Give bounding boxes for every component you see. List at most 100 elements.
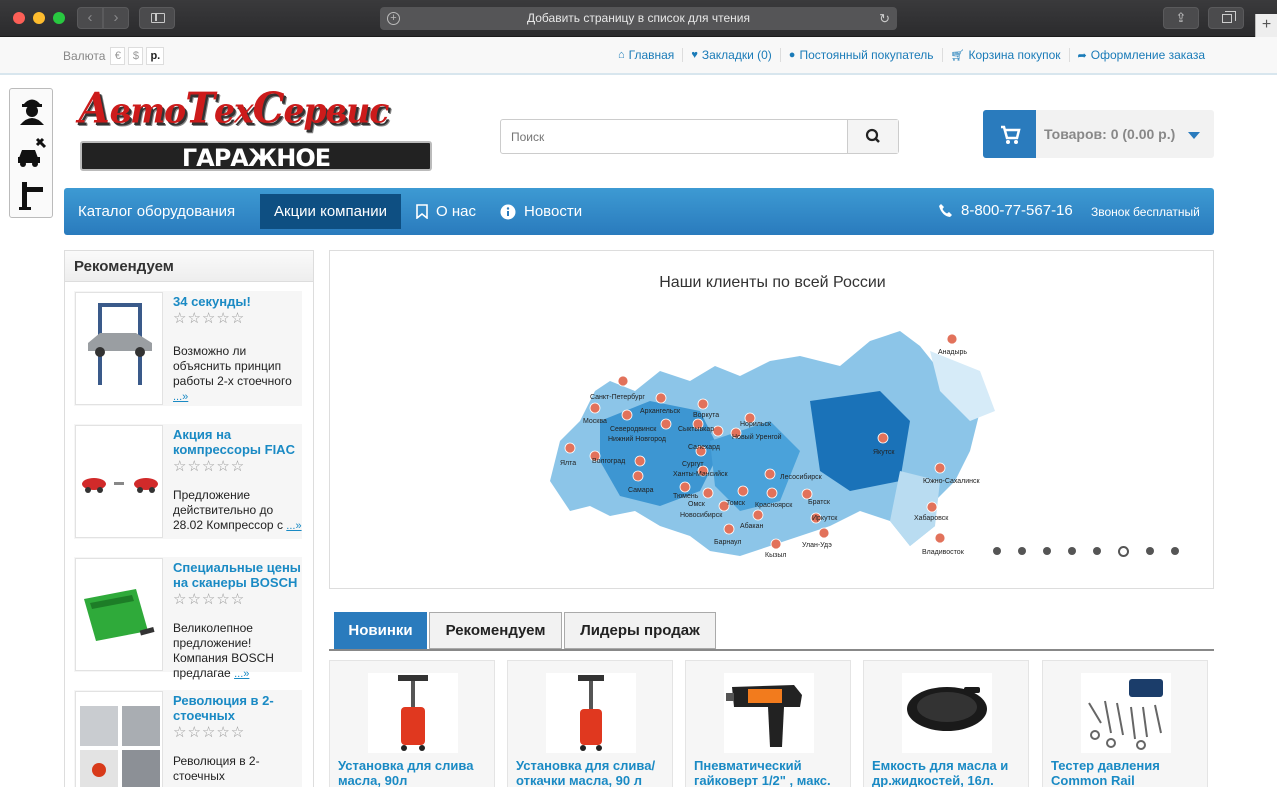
tab-recommended[interactable]: Рекомендуем (429, 612, 562, 649)
product-card[interactable]: Емкость для масла и др.жидкостей, 16л. (863, 660, 1029, 787)
city-label: Братск (808, 499, 831, 506)
phone-icon (939, 204, 952, 217)
product-name[interactable]: Пневматический гайковерт 1/2" , макс. (694, 758, 849, 787)
currency-ruble-button[interactable]: р. (146, 47, 165, 65)
nav-news[interactable]: Новости (486, 194, 596, 229)
list-item[interactable]: Специальные цены на сканеры BOSCH ☆☆☆☆☆ … (74, 557, 303, 680)
recommended-title: Рекомендуем (65, 251, 313, 282)
cart-button[interactable] (983, 110, 1036, 158)
scanner-image (84, 589, 155, 641)
article-desc: Возможно ли объяснить принцип работы 2-х… (173, 344, 303, 405)
read-more-link[interactable]: ...» (173, 391, 188, 403)
currency-label: Валюта (63, 49, 106, 63)
car-lift-icon[interactable] (17, 179, 47, 211)
address-bar-text: Добавить страницу в список для чтения (526, 11, 750, 25)
product-image[interactable] (1081, 673, 1171, 753)
minimize-window-button[interactable] (33, 12, 45, 24)
tab-bestsellers[interactable]: Лидеры продаж (564, 612, 716, 649)
product-image[interactable] (902, 673, 992, 753)
account-link[interactable]: ● Постоянный покупатель (779, 48, 942, 62)
product-name[interactable]: Емкость для масла и др.жидкостей, 16л. (872, 758, 1027, 787)
slide-dot[interactable] (1093, 547, 1101, 555)
product-name[interactable]: Тестер давления Common Rail (1051, 758, 1206, 787)
slider-pagination (993, 546, 1179, 557)
cart-icon: 🛒︎ (950, 49, 965, 62)
nav-promotions[interactable]: Акции компании (260, 194, 401, 229)
nav-catalog[interactable]: Каталог оборудования (64, 194, 249, 229)
reload-icon[interactable]: ↻ (879, 7, 890, 30)
new-tab-button[interactable]: + (1255, 14, 1277, 37)
tab-new[interactable]: Новинки (334, 612, 427, 649)
search-box (500, 119, 899, 154)
article-thumbnail[interactable] (75, 292, 163, 405)
city-label: Новый Уренгой (732, 433, 782, 441)
article-title[interactable]: Акция на компрессоры FIAC (173, 427, 303, 457)
product-image[interactable] (368, 673, 458, 753)
city-label: Волгоград (592, 458, 625, 465)
tab-overview-button[interactable] (1208, 7, 1244, 29)
slide-dot[interactable] (1146, 547, 1154, 555)
add-reading-list-icon[interactable]: + (387, 12, 400, 25)
checkout-link[interactable]: ➦ Оформление заказа (1068, 48, 1213, 62)
currency-dollar-button[interactable]: $ (128, 47, 144, 65)
product-card[interactable]: Пневматический гайковерт 1/2" , макс. (685, 660, 851, 787)
close-window-button[interactable] (13, 12, 25, 24)
browser-toolbar: ‹ › + Добавить страницу в список для чте… (0, 0, 1277, 37)
back-button[interactable]: ‹ (77, 7, 103, 29)
mechanic-icon[interactable] (17, 93, 47, 125)
slide-dot[interactable] (1043, 547, 1051, 555)
product-image[interactable] (724, 673, 814, 753)
list-item[interactable]: 34 секунды! ☆☆☆☆☆ Возможно ли объяснить … (74, 291, 302, 406)
site-logo[interactable]: АвтоТехСервис ГАРАЖНОЕ ОБОРУДОВАНИЕ (78, 84, 438, 202)
nav-promotions-label: Акции компании (274, 203, 387, 220)
list-item[interactable]: Акция на компрессоры FIAC ☆☆☆☆☆ Предложе… (74, 424, 302, 539)
search-button[interactable] (847, 120, 898, 153)
rating-stars: ☆☆☆☆☆ (173, 310, 246, 327)
article-desc-text: Возможно ли объяснить принцип работы 2-х… (173, 344, 292, 388)
cart-dropdown[interactable]: Товаров: 0 (0.00 р.) (983, 110, 1214, 158)
city-label: Москва (583, 418, 607, 425)
product-card[interactable]: Тестер давления Common Rail (1042, 660, 1208, 787)
address-bar[interactable]: + Добавить страницу в список для чтения … (380, 7, 897, 30)
read-more-link[interactable]: ...» (234, 668, 249, 680)
sidebar-toggle-button[interactable] (139, 7, 175, 29)
product-name[interactable]: Установка для слива масла, 90л (338, 758, 493, 787)
article-title[interactable]: 34 секунды! (173, 294, 303, 309)
home-link[interactable]: ⌂ Главная (610, 48, 682, 62)
slide-dot[interactable] (993, 547, 1001, 555)
cart-link[interactable]: 🛒︎ Корзина покупок (941, 48, 1069, 62)
slide-dot[interactable] (1171, 547, 1179, 555)
slide-dot-active[interactable] (1118, 546, 1129, 557)
city-label: Кызыл (765, 552, 786, 559)
share-button[interactable]: ⇪ (1163, 7, 1199, 29)
slide-dot[interactable] (1018, 547, 1026, 555)
article-title[interactable]: Революция в 2-стоечных (173, 693, 303, 723)
wishlist-link-label: Закладки (0) (701, 48, 772, 62)
city-label: Новосибирск (680, 511, 723, 519)
article-desc-text: Великолепное предложение! Компания BOSCH… (173, 621, 274, 680)
product-tabs: Новинки Рекомендуем Лидеры продаж (329, 612, 1214, 651)
article-title[interactable]: Специальные цены на сканеры BOSCH (173, 560, 303, 590)
product-name[interactable]: Установка для слива/откачки масла, 90 л (516, 758, 671, 787)
search-input[interactable] (501, 120, 848, 153)
forward-button[interactable]: › (103, 7, 129, 29)
article-thumbnail[interactable] (75, 425, 163, 538)
product-card[interactable]: Установка для слива/откачки масла, 90 л (507, 660, 673, 787)
currency-euro-button[interactable]: € (110, 47, 126, 65)
home-link-label: Главная (628, 48, 675, 62)
read-more-link[interactable]: ...» (286, 520, 301, 532)
wishlist-link[interactable]: ♥ Закладки (0) (682, 48, 779, 62)
slide-dot[interactable] (1068, 547, 1076, 555)
article-thumbnail[interactable] (75, 558, 163, 671)
product-image[interactable] (546, 673, 636, 753)
phone-number[interactable]: 8-800-77-567-16 (938, 202, 1073, 219)
city-label: Владивосток (922, 549, 965, 556)
car-repair-icon[interactable] (17, 136, 47, 168)
product-card[interactable]: Установка для слива масла, 90л (329, 660, 495, 787)
nav-about[interactable]: О нас (402, 194, 490, 229)
article-thumbnail[interactable] (75, 691, 163, 787)
zoom-window-button[interactable] (53, 12, 65, 24)
cart-link-label: Корзина покупок (968, 48, 1061, 62)
article-desc: Революция в 2-стоечных (173, 754, 260, 783)
list-item[interactable]: Революция в 2-стоечных ☆☆☆☆☆ Революция в… (74, 690, 302, 787)
